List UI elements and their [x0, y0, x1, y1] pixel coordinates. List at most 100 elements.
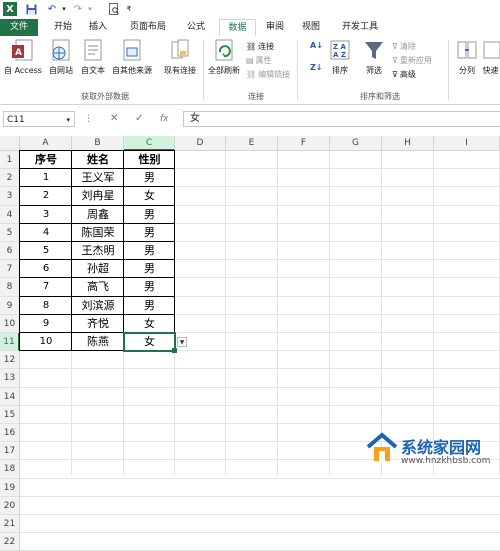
table-cell[interactable]: 王杰明: [72, 242, 124, 260]
table-cell[interactable]: 王义军: [72, 169, 124, 187]
table-cell[interactable]: 2: [20, 187, 72, 205]
row-header-12[interactable]: 12: [0, 351, 20, 370]
table-cell[interactable]: 男: [124, 242, 175, 260]
row-header-19[interactable]: 19: [0, 478, 20, 497]
redo-icon[interactable]: ↷: [72, 2, 84, 16]
column-header-e[interactable]: E: [226, 136, 278, 151]
filter-button[interactable]: 筛选: [360, 39, 388, 76]
clear-filter-button[interactable]: ⊽ 清除: [392, 41, 416, 52]
table-cell[interactable]: 刘冉星: [72, 187, 124, 205]
tab-home[interactable]: 开始: [49, 19, 77, 36]
table-cell[interactable]: 5: [20, 242, 72, 260]
tab-formulas[interactable]: 公式: [181, 19, 211, 36]
table-cell[interactable]: 男: [124, 278, 175, 296]
row-header-18[interactable]: 18: [0, 460, 20, 479]
table-cell[interactable]: 女: [124, 187, 175, 205]
table-cell[interactable]: 男: [124, 169, 175, 187]
row-header-20[interactable]: 20: [0, 496, 20, 515]
formula-input[interactable]: 女: [183, 111, 500, 127]
row-header-6[interactable]: 6: [0, 242, 20, 261]
tab-view[interactable]: 视图: [297, 19, 325, 36]
tab-developer[interactable]: 开发工具: [336, 19, 384, 36]
reapply-button[interactable]: ⊽ 重新应用: [392, 55, 432, 66]
customize-qat-icon[interactable]: ₹: [125, 2, 133, 16]
sort-ascending-icon[interactable]: A↓: [310, 41, 323, 50]
select-all-corner[interactable]: [0, 136, 20, 151]
table-header-cell[interactable]: 性别: [124, 151, 175, 169]
sort-button[interactable]: Z AA Z 排序: [326, 39, 354, 76]
table-cell[interactable]: 男: [124, 224, 175, 242]
table-cell[interactable]: 7: [20, 278, 72, 296]
column-header-i[interactable]: I: [434, 136, 500, 151]
from-web-button[interactable]: 自网站: [45, 39, 77, 76]
text-to-columns-button[interactable]: 分列: [454, 39, 480, 76]
connections-button[interactable]: ⛓ 连接: [246, 41, 274, 52]
table-cell[interactable]: 齐悦: [72, 315, 124, 333]
table-cell[interactable]: 陈国荣: [72, 224, 124, 242]
table-header-cell[interactable]: 姓名: [72, 151, 124, 169]
table-cell[interactable]: 男: [124, 260, 175, 278]
row-header-7[interactable]: 7: [0, 260, 20, 279]
properties-button[interactable]: ▤ 属性: [246, 55, 272, 66]
column-header-g[interactable]: G: [330, 136, 382, 151]
table-cell[interactable]: 10: [20, 333, 72, 351]
row-header-2[interactable]: 2: [0, 169, 20, 188]
column-header-c[interactable]: C: [124, 136, 175, 151]
table-cell[interactable]: 4: [20, 224, 72, 242]
column-header-a[interactable]: A: [20, 136, 72, 151]
row-header-3[interactable]: 3: [0, 187, 20, 206]
row-header-13[interactable]: 13: [0, 369, 20, 388]
sort-descending-icon[interactable]: Z↓: [310, 63, 323, 72]
table-cell[interactable]: 刘滨源: [72, 297, 124, 315]
flash-fill-button[interactable]: 快速: [481, 39, 500, 76]
table-cell[interactable]: 高飞: [72, 278, 124, 296]
redo-dropdown-icon[interactable]: ▾: [86, 2, 94, 16]
name-box[interactable]: C11 ▾: [3, 111, 75, 127]
name-box-dropdown-icon[interactable]: ▾: [66, 112, 70, 128]
column-header-b[interactable]: B: [72, 136, 124, 151]
row-header-8[interactable]: 8: [0, 278, 20, 297]
table-cell[interactable]: 陈燕: [72, 333, 124, 351]
table-cell[interactable]: 3: [20, 206, 72, 224]
tab-page-layout[interactable]: 页面布局: [124, 19, 172, 36]
cancel-icon[interactable]: ✕: [110, 111, 118, 127]
from-text-button[interactable]: 自文本: [77, 39, 109, 76]
column-header-h[interactable]: H: [382, 136, 434, 151]
row-header-15[interactable]: 15: [0, 405, 20, 424]
refresh-all-button[interactable]: 全部刷新: [205, 39, 243, 76]
advanced-filter-button[interactable]: ⊽ 高级: [392, 69, 416, 80]
row-header-9[interactable]: 9: [0, 296, 20, 315]
undo-dropdown-icon[interactable]: ▾: [60, 2, 68, 16]
print-preview-icon[interactable]: [108, 2, 120, 16]
table-cell[interactable]: 男: [124, 206, 175, 224]
insert-function-icon[interactable]: fx: [160, 111, 169, 127]
enter-icon[interactable]: ✓: [135, 111, 143, 127]
tab-file[interactable]: 文件: [0, 19, 38, 36]
row-header-1[interactable]: 1: [0, 151, 20, 170]
tab-insert[interactable]: 插入: [84, 19, 112, 36]
row-header-10[interactable]: 10: [0, 314, 20, 333]
row-header-14[interactable]: 14: [0, 387, 20, 406]
tab-review[interactable]: 审阅: [261, 19, 289, 36]
row-header-17[interactable]: 17: [0, 442, 20, 461]
save-icon[interactable]: [24, 2, 38, 16]
table-cell[interactable]: 1: [20, 169, 72, 187]
from-other-sources-button[interactable]: 自其他来源: [108, 39, 156, 76]
table-cell[interactable]: 女: [124, 315, 175, 333]
table-header-cell[interactable]: 序号: [20, 151, 72, 169]
table-cell[interactable]: 周鑫: [72, 206, 124, 224]
table-cell[interactable]: 6: [20, 260, 72, 278]
undo-icon[interactable]: ↶: [46, 2, 58, 16]
table-cell[interactable]: 孙超: [72, 260, 124, 278]
from-access-button[interactable]: A 自 Access: [2, 39, 44, 76]
row-header-22[interactable]: 22: [0, 533, 20, 551]
column-header-d[interactable]: D: [175, 136, 226, 151]
validation-dropdown-button[interactable]: ▼: [177, 337, 187, 347]
fill-handle[interactable]: [172, 348, 177, 354]
table-cell[interactable]: 9: [20, 315, 72, 333]
existing-connections-button[interactable]: 现有连接: [160, 39, 200, 76]
row-header-5[interactable]: 5: [0, 223, 20, 242]
row-header-16[interactable]: 16: [0, 424, 20, 443]
edit-links-button[interactable]: ⛓ 编辑链接: [246, 69, 290, 80]
table-cell[interactable]: 男: [124, 297, 175, 315]
